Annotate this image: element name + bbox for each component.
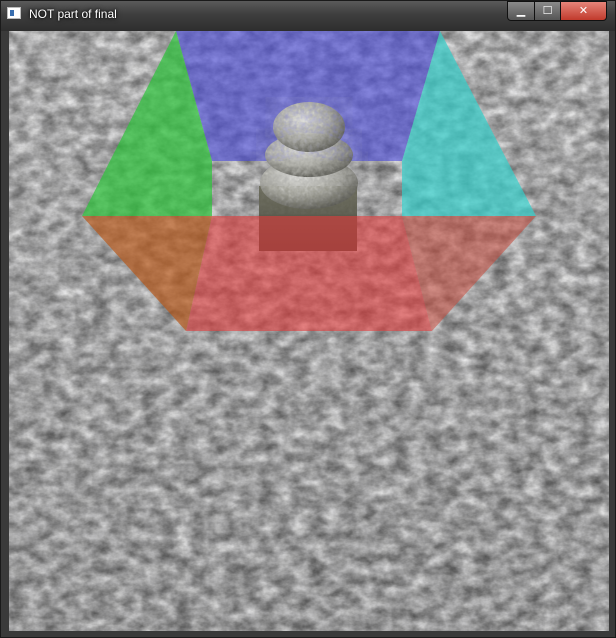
close-button[interactable]: ✕	[560, 1, 607, 21]
front-wall	[186, 216, 432, 331]
maximize-button[interactable]: ☐	[534, 1, 561, 21]
3d-viewport[interactable]	[9, 31, 609, 631]
top-stone	[273, 102, 345, 152]
app-icon[interactable]	[7, 7, 21, 19]
scene-canvas[interactable]	[9, 31, 609, 631]
title-bar[interactable]: NOT part of final ▁ ☐ ✕	[1, 1, 615, 31]
app-window: NOT part of final ▁ ☐ ✕	[0, 0, 616, 638]
minimize-button[interactable]: ▁	[507, 1, 535, 21]
window-title: NOT part of final	[29, 7, 117, 21]
